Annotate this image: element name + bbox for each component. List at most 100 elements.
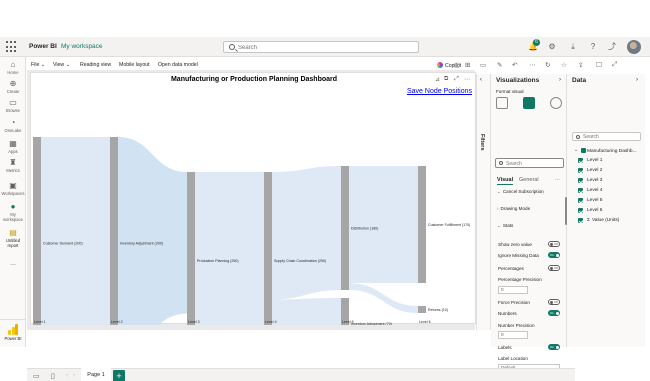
mobile-layout-icon[interactable]: ▯ <box>51 372 55 380</box>
sankey-node[interactable] <box>110 137 118 325</box>
sankey-link[interactable] <box>41 137 110 325</box>
desktop-layout-icon[interactable]: ▭ <box>33 372 40 380</box>
workspace-link[interactable]: My workspace <box>61 43 103 50</box>
help-icon[interactable]: ? <box>588 42 598 52</box>
format-search[interactable] <box>495 158 564 168</box>
sankey-node[interactable] <box>418 166 426 283</box>
gear-icon[interactable]: ⚙ <box>547 42 557 52</box>
menu-file[interactable]: File ⌄ <box>31 62 45 68</box>
edit-icon[interactable]: ✎ <box>497 61 502 69</box>
bookmark-icon[interactable]: ⊞ <box>465 61 470 69</box>
share-report-icon[interactable]: ⇪ <box>578 61 583 69</box>
percentage-precision-input[interactable]: 0 <box>498 286 528 294</box>
format-visual-icon[interactable] <box>523 97 535 109</box>
section-stats[interactable]: ⌄ Stats <box>497 223 513 229</box>
field-level-3[interactable]: Level 3 <box>578 178 602 183</box>
nav-more[interactable]: ... <box>0 260 26 267</box>
checkbox-checked-icon[interactable] <box>578 198 583 203</box>
prev-page-icon[interactable]: ‹ <box>66 372 68 379</box>
checkbox-checked-icon[interactable] <box>578 158 583 163</box>
sankey-node[interactable] <box>187 172 195 325</box>
field-level-1[interactable]: Level 1 <box>578 158 602 163</box>
chevron-right-icon[interactable]: › <box>636 77 638 83</box>
filters-pane-collapsed[interactable]: ‹ Filters <box>476 74 491 330</box>
ribbon-more-icon[interactable]: ▭ <box>480 61 486 69</box>
tab-visual[interactable]: Visual <box>497 177 514 185</box>
numbers-toggle[interactable]: On <box>548 310 560 316</box>
page-tab-1[interactable]: Page 1 <box>81 368 111 381</box>
app-launcher-icon[interactable] <box>6 41 18 53</box>
field-level-4[interactable]: Level 4 <box>578 188 602 193</box>
refresh-icon[interactable]: ↻ <box>545 61 550 69</box>
checkbox-checked-icon[interactable] <box>578 218 583 223</box>
sankey-node[interactable] <box>264 172 272 325</box>
comment-icon[interactable]: ▢ <box>454 61 460 69</box>
nav-workspaces[interactable]: ▣ Workspaces <box>0 182 26 197</box>
format-search-input[interactable] <box>506 160 561 167</box>
chevron-right-icon[interactable]: › <box>559 77 561 83</box>
sankey-node[interactable] <box>341 166 349 290</box>
percentages-toggle[interactable]: Off <box>548 265 560 271</box>
sankey-node[interactable] <box>418 306 426 313</box>
more-options-icon[interactable]: ⋯ <box>555 177 560 183</box>
section-cancel-subscription[interactable]: ⌄ Cancel Subscription <box>497 189 544 195</box>
tab-general[interactable]: General <box>519 177 539 183</box>
menu-mobile-layout[interactable]: Mobile layout <box>119 62 150 68</box>
sankey-link[interactable] <box>118 137 187 325</box>
section-drawing-mode[interactable]: › Drawing Mode <box>497 206 530 211</box>
search-input[interactable] <box>238 43 408 52</box>
brand-name[interactable]: Power BI <box>29 43 57 50</box>
analytics-icon[interactable] <box>550 97 562 109</box>
dataset-label: Manufacturing Dashb... <box>587 149 637 154</box>
force-precision-toggle[interactable]: Off <box>548 299 560 305</box>
sankey-visual[interactable]: Manufacturing or Production Planning Das… <box>30 72 476 325</box>
dataset-name[interactable]: Manufacturing Dashb... <box>581 148 637 154</box>
nav-home[interactable]: ⌂ Home <box>0 61 26 76</box>
share-icon[interactable]: ⤴ <box>607 42 617 52</box>
expand-icon[interactable]: ⤢ <box>612 61 617 69</box>
add-page-button[interactable]: + <box>113 370 125 381</box>
field-value-units[interactable]: Σ Value (Units) <box>578 218 619 223</box>
field-level-6[interactable]: Level 6 <box>578 208 602 213</box>
menu-open-data-model[interactable]: Open data model <box>158 62 198 68</box>
sankey-link[interactable] <box>272 166 341 300</box>
nav-create[interactable]: ⊕ Create <box>0 80 26 95</box>
field-level-2[interactable]: Level 2 <box>578 168 602 173</box>
sankey-link[interactable] <box>349 283 418 313</box>
menu-view[interactable]: View ⌄ <box>53 62 70 68</box>
nav-my-workspace[interactable]: ● My workspace <box>0 203 26 223</box>
number-precision-input[interactable]: 0 <box>498 331 528 339</box>
sankey-link[interactable] <box>272 298 341 325</box>
avatar[interactable] <box>627 40 641 54</box>
labels-toggle[interactable]: On <box>548 344 560 350</box>
sankey-link[interactable] <box>349 166 418 284</box>
sankey-node[interactable] <box>33 137 41 325</box>
ignore-missing-toggle[interactable]: On <box>548 252 560 258</box>
comments-icon[interactable]: ☐ <box>596 61 602 69</box>
redo-icon[interactable]: ⋯ <box>529 61 536 69</box>
star-icon[interactable]: ☆ <box>561 61 567 69</box>
build-visual-icon[interactable] <box>496 97 508 109</box>
show-zero-toggle[interactable]: Off <box>548 241 560 247</box>
next-page-icon[interactable]: › <box>73 372 75 379</box>
undo-icon[interactable]: ↶ <box>512 61 517 69</box>
checkbox-checked-icon[interactable] <box>578 168 583 173</box>
data-search-input[interactable] <box>583 134 638 140</box>
nav-untitled-report[interactable]: ▤ Untitled report <box>0 229 26 249</box>
field-level-5[interactable]: Level 5 <box>578 198 602 203</box>
nav-browse[interactable]: ▭ Browse <box>0 99 26 114</box>
nav-apps[interactable]: ▦ Apps <box>0 140 26 155</box>
chevron-left-icon[interactable]: ‹ <box>480 77 482 83</box>
checkbox-checked-icon[interactable] <box>578 208 583 213</box>
chevron-down-icon[interactable]: ⌄ <box>574 148 578 153</box>
nav-metrics[interactable]: ♜ Metrics <box>0 159 26 174</box>
nav-onelake[interactable]: ◔ OneLake <box>0 119 26 134</box>
checkbox-checked-icon[interactable] <box>578 188 583 193</box>
data-search[interactable] <box>572 132 641 141</box>
checkbox-checked-icon[interactable] <box>578 178 583 183</box>
download-icon[interactable]: ⤓ <box>568 42 578 52</box>
menu-reading-view[interactable]: Reading view <box>80 62 111 68</box>
sankey-link[interactable] <box>195 172 264 325</box>
power-bi-switcher[interactable]: Power BI <box>0 319 26 347</box>
global-search[interactable] <box>223 41 419 53</box>
